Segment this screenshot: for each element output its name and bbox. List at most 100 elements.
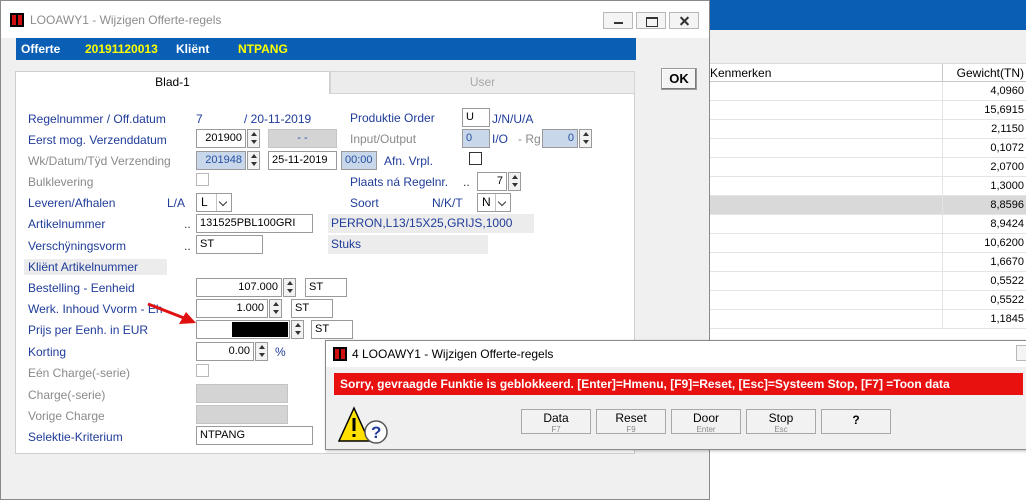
soort-select[interactable]: N bbox=[477, 193, 511, 212]
tab-user[interactable]: User bbox=[330, 71, 635, 94]
table-row[interactable]: 4,0960 bbox=[710, 82, 1026, 101]
rg-stepper[interactable] bbox=[579, 129, 592, 148]
table-row[interactable]: 1,1845 bbox=[710, 310, 1026, 329]
table-row[interactable]: 2,0700 bbox=[710, 158, 1026, 177]
rg-input[interactable]: 0 bbox=[542, 129, 578, 148]
table-row[interactable]: 1,3000 bbox=[710, 177, 1026, 196]
werk-inhoud-label: Werk. Inhoud Vvorm - Eh bbox=[28, 302, 163, 316]
verzend-tijd-input[interactable]: 00:00 bbox=[341, 151, 377, 170]
prijs-masked bbox=[232, 322, 288, 337]
werk-inhoud-stepper[interactable] bbox=[269, 299, 282, 318]
verschijningsvorm-label: Verschÿningsvorm bbox=[28, 239, 127, 253]
charge-input[interactable] bbox=[196, 384, 288, 403]
gewicht-cell: 0,5522 bbox=[942, 294, 1024, 306]
eerst-verzenddatum-label: Eerst mog. Verzenddatum bbox=[28, 133, 167, 147]
table-row[interactable]: 15,6915 bbox=[710, 101, 1026, 120]
produktie-order-input[interactable]: U bbox=[462, 108, 490, 127]
selektie-kriterium-input[interactable]: NTPANG bbox=[196, 426, 313, 445]
grid-header: Kenmerken Gewicht(TN) bbox=[710, 64, 1026, 82]
table-row[interactable]: 8,8596 bbox=[710, 196, 1026, 215]
plaats-regelnr-stepper[interactable] bbox=[508, 172, 521, 191]
bestelling-eenheid-label: Bestelling - Eenheid bbox=[28, 281, 135, 295]
minimize-button[interactable] bbox=[603, 12, 633, 29]
warning-icon: ? bbox=[338, 406, 388, 444]
korting-label: Korting bbox=[28, 345, 67, 359]
table-row[interactable]: 2,1150 bbox=[710, 120, 1026, 139]
dialog-close-button[interactable] bbox=[1016, 345, 1026, 361]
regelnummer-value: 7 bbox=[196, 112, 203, 126]
een-charge-label: Eén Charge(-serie) bbox=[28, 366, 131, 380]
gewicht-cell: 15,6915 bbox=[942, 104, 1024, 116]
ok-button[interactable]: OK bbox=[661, 68, 697, 90]
chevron-down-icon[interactable] bbox=[216, 194, 231, 211]
produktie-options: J/N/U/A bbox=[492, 112, 534, 126]
bestelling-eenheid-input[interactable]: ST bbox=[305, 278, 347, 297]
dots: .. bbox=[184, 217, 191, 231]
main-titlebar: LOOAWY1 - Wijzigen Offerte-regels bbox=[1, 1, 709, 38]
table-row[interactable]: 1,6670 bbox=[710, 253, 1026, 272]
verschijningsvorm-input[interactable]: ST bbox=[196, 235, 263, 254]
prijs-eenheid-input[interactable]: ST bbox=[311, 320, 353, 339]
input-output-label: Input/Output bbox=[350, 132, 417, 146]
maximize-button[interactable] bbox=[636, 12, 666, 29]
klient-value: NTPANG bbox=[238, 42, 288, 56]
bestelling-stepper[interactable] bbox=[283, 278, 296, 297]
vorige-charge-input[interactable] bbox=[196, 405, 288, 424]
gewicht-cell: 2,0700 bbox=[942, 161, 1024, 173]
gewicht-cell: 1,6670 bbox=[942, 256, 1024, 268]
korting-input[interactable]: 0.00 bbox=[196, 342, 254, 361]
data-button-label: Data bbox=[543, 411, 569, 425]
table-row[interactable]: 0,5522 bbox=[710, 291, 1026, 310]
een-charge-checkbox[interactable] bbox=[196, 364, 209, 377]
gewicht-cell: 8,9424 bbox=[942, 218, 1024, 230]
bestelling-input[interactable]: 107.000 bbox=[196, 278, 282, 297]
table-row[interactable]: 0,5522 bbox=[710, 272, 1026, 291]
column-divider[interactable] bbox=[942, 64, 943, 82]
plaats-regelnr-input[interactable]: 7 bbox=[477, 172, 507, 191]
column-header-gewicht[interactable]: Gewicht(TN) bbox=[954, 66, 1024, 80]
background-titlebar bbox=[700, 0, 1026, 30]
svg-text:?: ? bbox=[371, 423, 381, 442]
soort-selected: N bbox=[482, 195, 491, 209]
door-button[interactable]: Door Enter bbox=[671, 409, 741, 434]
chevron-down-icon[interactable] bbox=[495, 194, 510, 211]
wk-input[interactable]: 201948 bbox=[196, 151, 246, 170]
bulklevering-checkbox[interactable] bbox=[196, 173, 209, 186]
table-row[interactable]: 10,6200 bbox=[710, 234, 1026, 253]
input-output-value[interactable]: 0 bbox=[462, 129, 490, 148]
wk-stepper[interactable] bbox=[247, 151, 260, 170]
plaats-regelnr-label: Plaats ná Regelnr. bbox=[350, 175, 449, 189]
eerst-verzenddatum-stepper[interactable] bbox=[247, 129, 260, 148]
table-row[interactable]: 8,9424 bbox=[710, 215, 1026, 234]
stop-button[interactable]: Stop Esc bbox=[746, 409, 816, 434]
eerst-verzend-extra: - - bbox=[268, 129, 337, 148]
error-message: Sorry, gevraagde Funktie is geblokkeerd.… bbox=[334, 373, 1023, 395]
tab-blad-1[interactable]: Blad-1 bbox=[15, 71, 330, 94]
eerst-verzenddatum-input[interactable]: 201900 bbox=[196, 129, 246, 148]
prijs-stepper[interactable] bbox=[291, 320, 304, 339]
vorige-charge-label: Vorige Charge bbox=[28, 409, 105, 423]
red-arrow-icon bbox=[147, 302, 196, 324]
prijs-label: Prijs per Eenh. in EUR bbox=[28, 323, 149, 337]
data-button[interactable]: Data F7 bbox=[521, 409, 591, 434]
offerte-datum-value: / 20-11-2019 bbox=[244, 112, 312, 126]
klient-artikelnummer-label: Kliënt Artikelnummer bbox=[24, 259, 167, 275]
gewicht-cell: 0,5522 bbox=[942, 275, 1024, 287]
reset-button[interactable]: Reset F9 bbox=[596, 409, 666, 434]
werk-inhoud-input[interactable]: 1.000 bbox=[196, 299, 268, 318]
leveren-afhalen-code: L/A bbox=[167, 196, 186, 210]
artikelnummer-input[interactable]: 131525PBL100GRI bbox=[196, 214, 313, 233]
verzend-datum-input[interactable]: 25-11-2019 bbox=[268, 151, 337, 170]
help-button[interactable]: ? bbox=[821, 409, 891, 434]
korting-stepper[interactable] bbox=[255, 342, 268, 361]
werk-inhoud-eenheid-input[interactable]: ST bbox=[291, 299, 333, 318]
close-button[interactable] bbox=[669, 12, 699, 29]
leveren-afhalen-select[interactable]: L bbox=[196, 193, 232, 212]
dialog-titlebar: 4 LOOAWY1 - Wijzigen Offerte-regels bbox=[326, 341, 1026, 367]
gewicht-cell: 10,6200 bbox=[942, 237, 1024, 249]
prijs-input[interactable] bbox=[196, 320, 290, 339]
column-header-kenmerken[interactable]: Kenmerken bbox=[710, 66, 771, 80]
gewicht-cell: 2,1150 bbox=[942, 123, 1024, 135]
table-row[interactable]: 0,1072 bbox=[710, 139, 1026, 158]
afn-vrpl-checkbox[interactable] bbox=[469, 152, 482, 165]
